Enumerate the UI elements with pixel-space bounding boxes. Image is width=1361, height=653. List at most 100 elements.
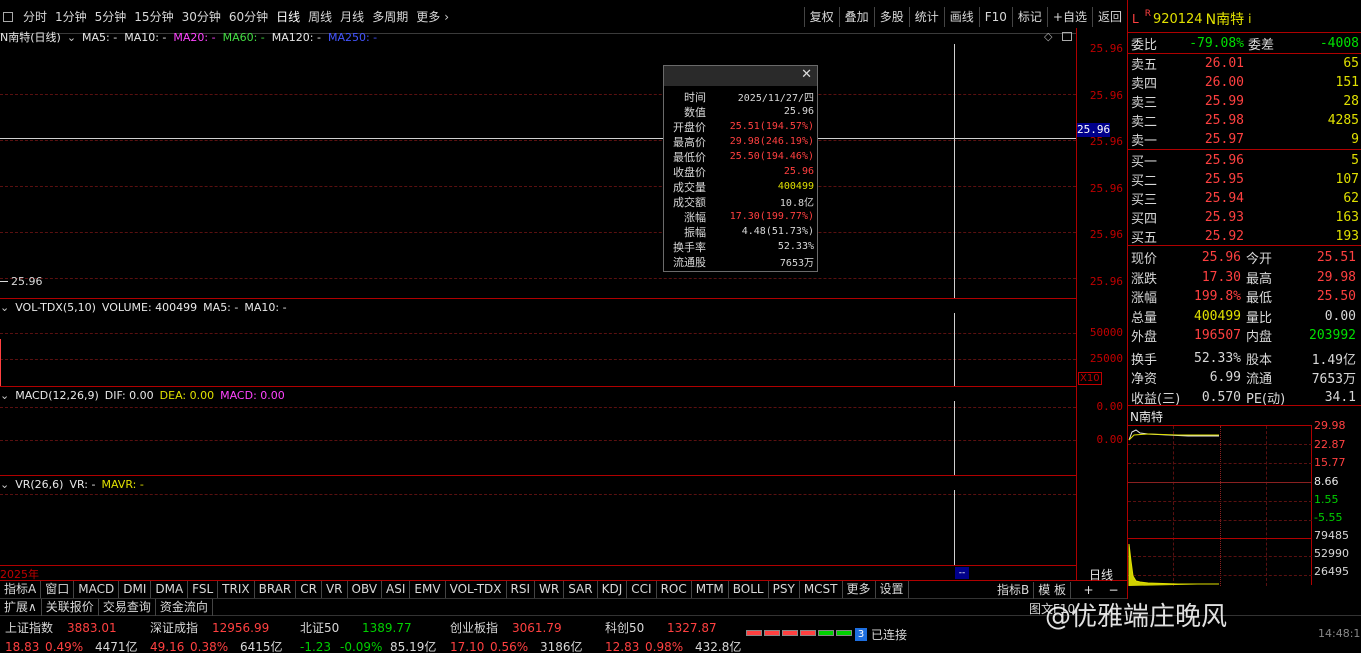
volume-bar	[0, 339, 1, 386]
indicator-tab[interactable]: RSI	[507, 581, 536, 598]
tooltip-value: 52.33%	[777, 241, 814, 252]
collapse-icon[interactable]: ⌄	[67, 31, 76, 44]
indicator-tab[interactable]: OBV	[348, 581, 383, 598]
ext-tab[interactable]: 资金流向	[156, 598, 213, 616]
tool-1[interactable]: 叠加	[838, 7, 874, 27]
period-3[interactable]: 15分钟	[130, 7, 177, 27]
period-8[interactable]: 月线	[336, 7, 368, 27]
diamond-icon[interactable]: ◇	[1044, 30, 1052, 43]
period-7[interactable]: 周线	[304, 7, 336, 27]
indicator-tab[interactable]: KDJ	[598, 581, 628, 598]
index-quote[interactable]: 科创50 1327.87 12.83 0.98% 432.8亿	[605, 619, 745, 653]
period-1[interactable]: 1分钟	[51, 7, 91, 27]
indicator-tab[interactable]: CCI	[627, 581, 657, 598]
stat-label: 最低	[1246, 291, 1273, 306]
sells-row[interactable]: 卖四 26.00 151	[1128, 73, 1361, 92]
connection-status[interactable]: 3 已连接	[855, 627, 907, 642]
index-quote[interactable]: 深证成指 12956.99 49.16 0.38% 6415亿	[150, 619, 290, 653]
collapse-icon[interactable]: ⌄	[0, 478, 9, 491]
macd-pane[interactable]: ⌄ MACD(12,26,9) DIF: 0.00 DEA: 0.00 MACD…	[0, 387, 1076, 476]
index-quote[interactable]: 创业板指 3061.79 17.10 0.56% 3186亿	[450, 619, 590, 653]
indicator-tab[interactable]: SAR	[564, 581, 598, 598]
period-tab-day[interactable]: 日线	[1076, 566, 1127, 582]
ext-tab[interactable]: 扩展∧	[0, 598, 42, 616]
period-0[interactable]: 分时	[19, 7, 51, 27]
weibi-row: 委比 -79.08% 委差 -4008	[1131, 36, 1359, 53]
buys-row[interactable]: 买五 25.92 193	[1128, 227, 1361, 246]
tooltip-label: 收盘价	[673, 165, 706, 179]
buys-row[interactable]: 买四 25.93 163	[1128, 208, 1361, 227]
indicator-tab[interactable]: MCST	[800, 581, 843, 598]
index-quote[interactable]: 北证50 1389.77 -1.23 -0.09% 85.19亿	[300, 619, 440, 653]
zoom-out-icon[interactable]: −	[1101, 583, 1126, 597]
kline-pane[interactable]: N南特(日线) ⌄ MA5: - MA10: - MA20: - MA60: - MA1…	[0, 28, 1076, 299]
close-icon[interactable]: ✕	[801, 67, 812, 82]
tooltip-row: 换手率 52.33%	[664, 239, 817, 254]
info-icon[interactable]: i	[1248, 12, 1251, 26]
buys-row[interactable]: 买三 25.94 62	[1128, 189, 1361, 208]
indicator-tab[interactable]: VR	[322, 581, 348, 598]
maximize-icon[interactable]	[1062, 32, 1072, 41]
indicator-tab[interactable]: 更多	[843, 581, 876, 598]
indicator-tab[interactable]: 设置	[876, 581, 909, 598]
tooltip-value: 25.96	[783, 106, 814, 117]
period-9[interactable]: 多周期	[368, 7, 412, 27]
sells-row[interactable]: 卖三 25.99 28	[1128, 92, 1361, 111]
crosshair-vertical	[954, 44, 955, 298]
period-6[interactable]: 日线	[272, 7, 304, 27]
tool-0[interactable]: 复权	[803, 7, 839, 27]
indicator-tab[interactable]: ROC	[657, 581, 692, 598]
period-4[interactable]: 30分钟	[178, 7, 225, 27]
tool-3[interactable]: 统计	[908, 7, 944, 27]
vol-ma10: MA10: -	[244, 300, 287, 314]
zoom-in-icon[interactable]: +	[1076, 583, 1101, 597]
tool-5[interactable]: F10	[978, 7, 1012, 27]
tool-2[interactable]: 多股	[873, 7, 909, 27]
indicator-tab[interactable]: VOL-TDX	[446, 581, 507, 598]
ext-tab[interactable]: 交易查询	[99, 598, 156, 616]
tool-6[interactable]: 标记	[1011, 7, 1047, 27]
volume-pane[interactable]: ⌄ VOL-TDX(5,10) VOLUME: 400499 MA5: - MA…	[0, 299, 1076, 387]
indicator-tab[interactable]: ASI	[382, 581, 411, 598]
indicator-tab[interactable]: DMI	[119, 581, 152, 598]
tool-4[interactable]: 画线	[943, 7, 979, 27]
indicator-tab[interactable]: DMA	[151, 581, 189, 598]
stat-row: 涨幅 199.8% 最低 25.50	[1128, 287, 1361, 306]
collapse-icon[interactable]: ⌄	[0, 301, 9, 314]
indicator-tab[interactable]: 指标A	[0, 581, 42, 598]
chevron-right-icon[interactable]: ›	[444, 10, 449, 24]
indicator-tab[interactable]: CR	[296, 581, 322, 598]
indicator-tab[interactable]: PSY	[769, 581, 800, 598]
indicator-tab[interactable]: BRAR	[255, 581, 297, 598]
indicator-tab[interactable]: FSL	[188, 581, 219, 598]
sells-row[interactable]: 卖五 26.01 65	[1128, 54, 1361, 73]
tool-7[interactable]: +自选	[1046, 7, 1092, 27]
sells-row[interactable]: 卖一 25.97 9	[1128, 130, 1361, 149]
panel-toggle-icon[interactable]	[3, 12, 13, 22]
indicator-tab[interactable]: MACD	[74, 581, 120, 598]
period-10[interactable]: 更多	[412, 7, 444, 27]
tooltip-row: 成交额 10.8亿	[664, 194, 817, 210]
indicator-b-tab[interactable]: 指标B	[993, 581, 1035, 599]
tooltip-label: 最低价	[673, 150, 706, 164]
collapse-icon[interactable]: ⌄	[0, 389, 9, 402]
vr-pane[interactable]: ⌄ VR(26,6) VR: - MAVR: -	[0, 476, 1076, 566]
mini-intraday-chart[interactable]: N南特 29.98 22.87 15.77 8.66 1.55 -5.55 79…	[1128, 407, 1361, 586]
indicator-tab[interactable]: TRIX	[218, 581, 255, 598]
indicator-tab[interactable]: EMV	[410, 581, 446, 598]
indicator-tab[interactable]: WR	[535, 581, 565, 598]
buys-row[interactable]: 买二 25.95 107	[1128, 170, 1361, 189]
indicator-tab[interactable]: BOLL	[729, 581, 769, 598]
ext-tab[interactable]: 关联报价	[42, 598, 99, 616]
index-quote[interactable]: 上证指数 3883.01 18.83 0.49% 4471亿	[5, 619, 145, 653]
period-5[interactable]: 60分钟	[225, 7, 272, 27]
indicator-tab[interactable]: 窗口	[41, 581, 75, 598]
indicator-tab[interactable]: MTM	[692, 581, 729, 598]
mavr-value: MAVR: -	[101, 477, 144, 491]
sells-row[interactable]: 卖二 25.98 4285	[1128, 111, 1361, 130]
tooltip-header[interactable]: ✕	[664, 66, 817, 86]
tooltip-label: 成交量	[673, 180, 706, 194]
buys-row[interactable]: 买一 25.96 5	[1128, 151, 1361, 170]
tool-8[interactable]: 返回	[1091, 7, 1127, 27]
period-2[interactable]: 5分钟	[91, 7, 131, 27]
